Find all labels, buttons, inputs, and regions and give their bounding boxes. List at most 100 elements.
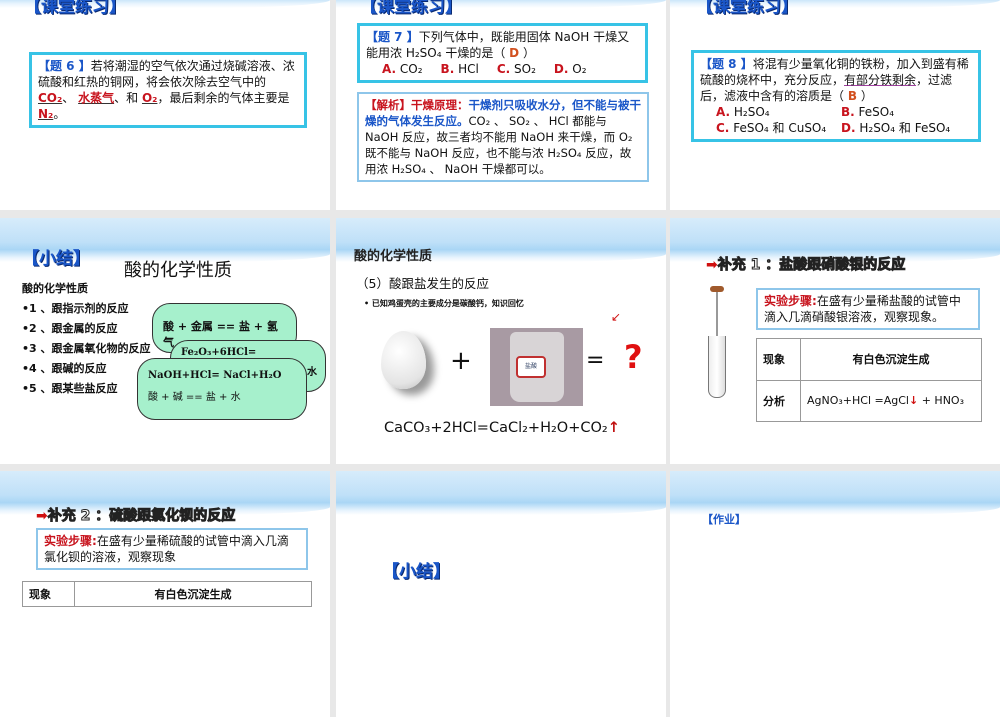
table-row: 分析 AgNO₃+HCl =AgCl↓ + HNO₃	[756, 379, 982, 422]
row-label: 分析	[756, 379, 801, 422]
plus-sign: +	[450, 346, 472, 376]
slide-thumbnail-1[interactable]: 【课堂练习】 【题 6 】若将潮湿的空气依次通过烧碱溶液、浓硫酸和红热的铜网，将…	[0, 0, 330, 210]
bottle-label: 盐酸	[516, 356, 546, 378]
option-key: B.	[440, 62, 455, 76]
reaction-equation: CaCO₃+2HCl=CaCl₂+H₂O+CO₂↑	[384, 420, 620, 436]
option-key: B.	[841, 105, 855, 119]
option-key: A.	[716, 105, 731, 119]
question-label: 【题 8 】	[700, 57, 753, 71]
row-label: 现象	[756, 338, 801, 381]
option-c: C. FeSO₄ 和 CuSO₄	[716, 120, 841, 136]
slide-thumbnail-2[interactable]: 【课堂练习】 【题 7 】下列气体中，既能用固体 NaOH 干燥又能用浓 H₂S…	[336, 0, 666, 210]
question-box: 【题 6 】若将潮湿的空气依次通过烧碱溶液、浓硫酸和红热的铜网，将会依次除去空气…	[29, 52, 307, 128]
step-label: 实验步骤:	[764, 294, 817, 308]
answer-4: N₂	[38, 107, 54, 121]
table-row: 现象 有白色沉淀生成	[756, 338, 982, 381]
question-box: 【题 7 】下列气体中，既能用固体 NaOH 干燥又能用浓 H₂SO₄ 干燥的是…	[357, 23, 648, 83]
egg-image	[381, 331, 426, 389]
sep: 。	[53, 107, 66, 121]
test-tube-icon	[708, 336, 726, 398]
arrow-icon: ➡	[36, 508, 48, 524]
slide-thumbnail-3[interactable]: 【课堂练习】 【题 8 】将混有少量氧化铜的铁粉，加入到盛有稀硫酸的烧杯中，充分…	[670, 0, 1000, 210]
option-a: A. CO₂	[382, 61, 423, 77]
slide-heading: 【小结】	[382, 562, 450, 582]
arrow-icon: ➡	[706, 257, 718, 273]
oxide-tail: 水	[307, 367, 317, 378]
sep: 、和	[114, 91, 139, 105]
property-list: •1 、跟指示剂的反应 •2 、跟金属的反应 •3 、跟金属氧化物的反应 •4 …	[22, 299, 151, 399]
option-value: FeSO₄	[858, 105, 895, 119]
bullet-text: • 已知鸡蛋壳的主要成分是碳酸钙，知识回忆	[364, 299, 524, 308]
explanation-label: 【解析】干燥原理：	[365, 98, 469, 112]
row-value: 有白色沉淀生成	[800, 338, 982, 381]
list-item: •1 、跟指示剂的反应	[22, 302, 129, 315]
option-key: C.	[496, 62, 511, 76]
option-b: B. FeSO₄	[841, 104, 981, 120]
arrow-icon: ↙	[611, 310, 622, 324]
paren: ）	[860, 89, 873, 103]
heading-text: 补充 1 ：盐酸跟硝酸银的反应	[717, 257, 906, 274]
sep: 、	[62, 91, 75, 105]
options: A. H₂SO₄ B. FeSO₄ C. FeSO₄ 和 CuSO₄ D. H₂…	[700, 104, 972, 136]
slide-thumbnail-4[interactable]: 【小结】 酸的化学性质 酸的化学性质 •1 、跟指示剂的反应 •2 、跟金属的反…	[0, 218, 330, 464]
slide-thumbnail-9[interactable]: 【作业】	[670, 471, 1000, 717]
explanation-box: 【解析】干燥原理：干燥剂只吸收水分，但不能与被干燥的气体发生反应。CO₂ 、 S…	[357, 92, 649, 182]
options: A. CO₂ B. HCl C. SO₂ D. O₂	[366, 61, 639, 77]
slide-heading: 酸的化学性质	[354, 249, 433, 264]
option-key: A.	[382, 62, 397, 76]
equation-tail: + HNO₃	[918, 394, 964, 408]
answer: B	[847, 89, 857, 103]
slide-heading: 【课堂练习】	[696, 0, 798, 17]
question-mark: ?	[624, 338, 643, 376]
list-item: •4 、跟碱的反应	[22, 362, 107, 375]
equation-text: AgNO₃+HCl =AgCl	[807, 394, 909, 408]
result-table: 现象 有白色沉淀生成	[22, 581, 312, 607]
slide-heading: 【作业】	[702, 513, 746, 526]
option-value: HCl	[458, 62, 479, 76]
option-key: C.	[716, 121, 730, 135]
option-value: CO₂	[399, 62, 423, 76]
option-key: D.	[553, 62, 569, 76]
slide-thumbnail-8[interactable]: 【小结】	[336, 471, 666, 717]
header-band	[670, 471, 1000, 515]
option-key: D.	[841, 121, 856, 135]
paren: ）	[522, 46, 535, 60]
option-c: C. SO₂	[497, 61, 536, 77]
header-band	[336, 471, 666, 515]
slide-heading: 【课堂练习】	[360, 0, 462, 17]
callout-base: NaOH+HCl= NaCl+H₂O 酸 + 碱 == 盐 + 水	[137, 358, 307, 420]
option-value: SO₂	[514, 62, 536, 76]
slide-thumbnail-6[interactable]: ➡补充 1 ：盐酸跟硝酸银的反应 实验步骤:在盛有少量稀盐酸的试管中滴入几滴硝酸…	[670, 218, 1000, 464]
equation-text: CaCO₃+2HCl=CaCl₂+H₂O+CO₂	[384, 420, 608, 436]
slide-heading: 【课堂练习】	[24, 0, 126, 17]
question-label: 【题 6 】	[38, 59, 91, 73]
answer-2: 水蒸气	[78, 91, 115, 105]
acid-bottle-image: 盐酸	[490, 328, 583, 406]
question-tail: ，最后剩余的气体主要是	[157, 91, 290, 105]
heading-text: 补充 2 ：硫酸跟氯化钡的反应	[47, 508, 236, 525]
gas-arrow: ↑	[607, 420, 620, 436]
list-item: •3 、跟金属氧化物的反应	[22, 342, 151, 355]
list-subtitle: 酸的化学性质	[22, 282, 88, 295]
option-d: D. H₂SO₄ 和 FeSO₄	[841, 120, 981, 136]
slide-heading: ➡补充 1 ：盐酸跟硝酸银的反应	[706, 254, 906, 274]
question-label: 【题 7 】	[366, 30, 419, 44]
answer-1: CO₂	[38, 91, 63, 105]
option-value: H₂SO₄ 和 FeSO₄	[859, 121, 951, 135]
equals-sign: =	[586, 348, 605, 373]
option-value: FeSO₄ 和 CuSO₄	[733, 121, 827, 135]
row-value: 有白色沉淀生成	[74, 581, 312, 607]
list-item: •2 、跟金属的反应	[22, 322, 118, 335]
step-label: 实验步骤:	[44, 534, 97, 548]
bullet-label: 已知鸡蛋壳的主要成分是碳酸钙，知识回忆	[371, 299, 524, 308]
slide-thumbnail-5[interactable]: 酸的化学性质 （5）酸跟盐发生的反应 • 已知鸡蛋壳的主要成分是碳酸钙，知识回忆…	[336, 218, 666, 464]
list-item: •5 、跟某些盐反应	[22, 382, 118, 395]
question-box: 【题 8 】将混有少量氧化铜的铁粉，加入到盛有稀硫酸的烧杯中，充分反应，有部分铁…	[691, 50, 981, 142]
row-value: AgNO₃+HCl =AgCl↓ + HNO₃	[800, 379, 982, 422]
option-d: D. O₂	[554, 61, 587, 77]
dropper-icon	[716, 292, 718, 342]
slide-thumbnail-7[interactable]: ➡补充 2 ：硫酸跟氯化钡的反应 实验步骤:在盛有少量稀硫酸的试管中滴入几滴氯化…	[0, 471, 330, 717]
option-value: H₂SO₄	[733, 105, 770, 119]
slide-heading: ➡补充 2 ：硫酸跟氯化钡的反应	[36, 505, 236, 525]
slide-title: 酸的化学性质	[124, 260, 232, 281]
